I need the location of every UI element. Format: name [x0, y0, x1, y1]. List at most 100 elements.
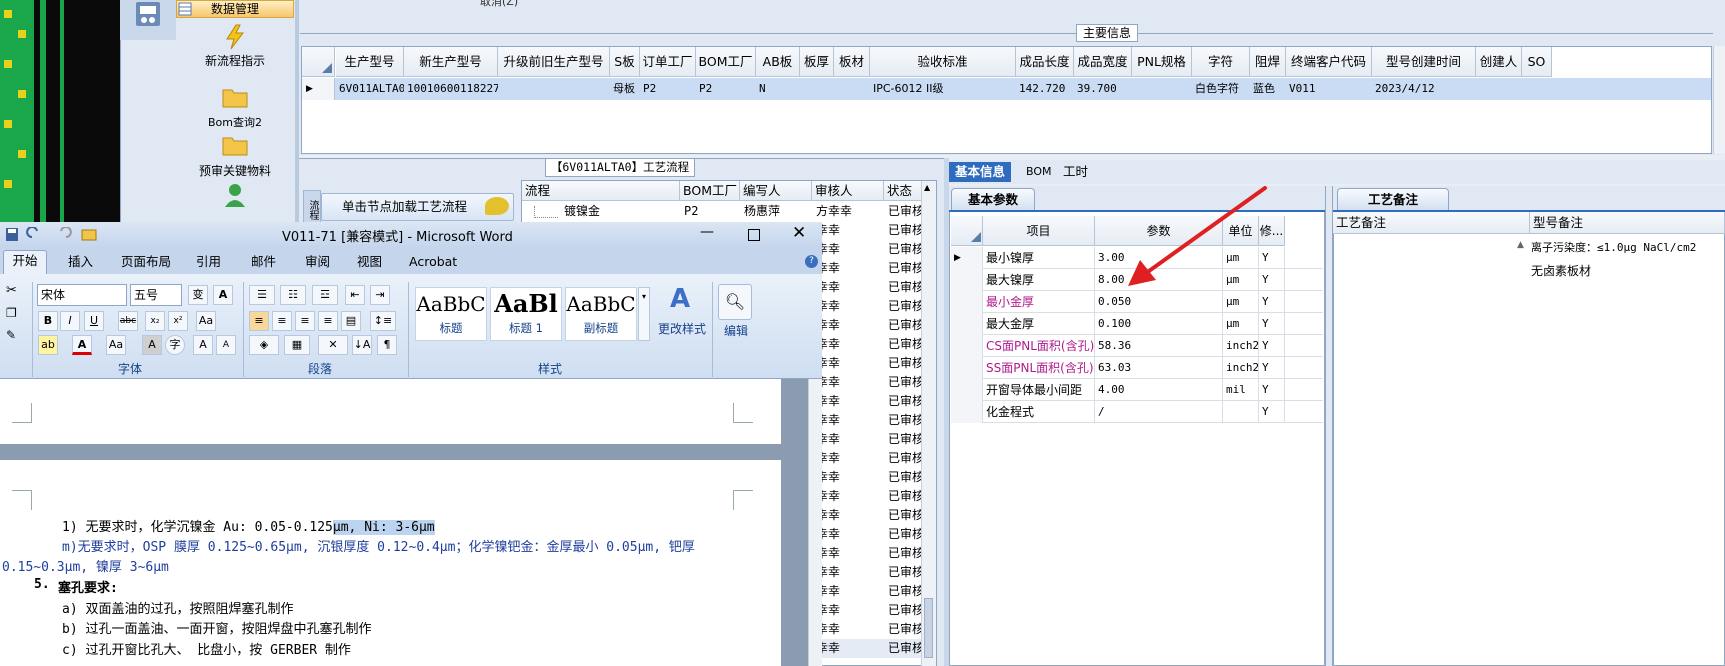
table-cell[interactable]: Y [1259, 313, 1285, 335]
table-cell[interactable]: 开窗导体最小间距 [983, 379, 1095, 401]
tab-basic-info[interactable]: 基本信息 [949, 162, 1012, 182]
table-cell[interactable]: 最小金厚 [983, 291, 1095, 313]
nav-item-user[interactable] [176, 182, 294, 210]
grid-corner[interactable] [951, 216, 983, 246]
tab-insert[interactable]: 插入 [68, 252, 93, 272]
chinese-layout-icon[interactable]: ✕ [318, 335, 348, 355]
minimize-icon[interactable]: — [700, 224, 714, 240]
borders-icon[interactable]: ▦ [284, 335, 310, 355]
distribute-icon[interactable]: ▤ [341, 311, 361, 331]
change-styles-button[interactable]: 更改样式 [652, 320, 712, 337]
clear-format-icon[interactable]: Aa [196, 311, 216, 331]
main-grid-scrollbar[interactable] [1713, 46, 1725, 154]
shrink-font-icon[interactable]: A [216, 335, 236, 355]
tab-view[interactable]: 视图 [357, 252, 382, 272]
table-cell[interactable]: inch2 [1223, 357, 1259, 379]
column-header[interactable]: 生产型号 [336, 47, 404, 77]
column-header[interactable]: BOM工厂 [696, 47, 756, 77]
grow-font-icon[interactable]: A [193, 335, 213, 355]
table-cell[interactable]: P2 [696, 78, 756, 100]
table-cell[interactable]: 4.00 [1095, 379, 1223, 401]
column-header[interactable]: 编写人 [740, 181, 812, 201]
close-icon[interactable]: ✕ [792, 223, 806, 243]
table-row[interactable]: CS面PNL面积(含孔) 58.36 inch2 Y [951, 335, 1323, 357]
nav-item-prereview-materials[interactable]: 预审关键物料 [176, 134, 294, 179]
table-cell[interactable]: IPC-6012 II级 [870, 78, 1016, 100]
table-cell[interactable]: 母板 [610, 78, 640, 100]
tab-home[interactable]: 开始 [3, 250, 47, 274]
model-remarks-header[interactable]: 型号备注 [1530, 212, 1725, 234]
show-marks-icon[interactable]: ¶ [377, 335, 397, 355]
column-header[interactable]: 状态 [884, 181, 924, 201]
table-cell[interactable]: Y [1259, 335, 1285, 357]
numbering-icon[interactable]: ☷ [280, 285, 306, 305]
table-cell[interactable]: 39.700 [1074, 78, 1132, 100]
column-header[interactable]: 项目 [983, 216, 1095, 246]
wen-phonetic-icon[interactable]: 变 [188, 285, 208, 305]
column-header[interactable]: 阻焊 [1250, 47, 1286, 77]
table-cell[interactable]: V011 [1286, 78, 1372, 100]
table-cell[interactable]: 白色字符 [1192, 78, 1250, 100]
cut-icon[interactable]: ✂ [6, 283, 17, 298]
scroll-up-icon[interactable]: ▲ [1517, 240, 1524, 250]
column-header[interactable]: 新生产型号 [404, 47, 498, 77]
table-cell[interactable] [1132, 78, 1192, 100]
row-selector[interactable] [951, 401, 983, 423]
column-header[interactable]: BOM工厂 [680, 181, 740, 201]
table-cell[interactable]: P2 [640, 78, 696, 100]
nav-header-data-management[interactable]: 数据管理 [176, 0, 294, 18]
remarks-splitter[interactable] [1325, 186, 1333, 666]
tab-bom[interactable]: BOM [1020, 162, 1058, 182]
table-cell[interactable] [498, 78, 610, 100]
table-cell[interactable]: Y [1259, 379, 1285, 401]
table-row[interactable]: 开窗导体最小间距 4.00 mil Y [951, 379, 1323, 401]
nav-category-icon[interactable] [120, 0, 176, 40]
row-selector[interactable] [951, 379, 983, 401]
table-cell[interactable]: 最小镍厚 [983, 247, 1095, 269]
table-cell[interactable] [834, 78, 870, 100]
table-cell[interactable]: 最大镍厚 [983, 269, 1095, 291]
table-cell[interactable]: CS面PNL面积(含孔) [983, 335, 1095, 357]
column-header[interactable]: PNL规格 [1132, 47, 1192, 77]
column-header[interactable]: 终端客户代码 [1286, 47, 1372, 77]
justify-icon[interactable]: ≡ [318, 311, 338, 331]
row-selector-arrow-icon[interactable]: ▶ [302, 78, 335, 100]
tab-mailings[interactable]: 邮件 [251, 252, 276, 272]
tab-page-layout[interactable]: 页面布局 [121, 252, 171, 272]
column-header[interactable]: 验收标准 [870, 47, 1016, 77]
table-row[interactable]: 最大金厚 0.100 μm Y [951, 313, 1323, 335]
row-selector[interactable] [951, 357, 983, 379]
align-center-icon[interactable]: ≡ [272, 311, 292, 331]
nav-item-new-flow[interactable]: 新流程指示 [176, 24, 294, 69]
column-header[interactable]: 型号创建时间 [1372, 47, 1476, 77]
table-cell[interactable]: 蓝色 [1250, 78, 1286, 100]
change-styles-icon[interactable]: A [660, 284, 700, 318]
tab-references[interactable]: 引用 [196, 252, 221, 272]
table-cell[interactable]: 10010600118227 [404, 78, 498, 100]
edit-button[interactable]: 编辑 [714, 322, 758, 339]
table-cell[interactable] [800, 78, 834, 100]
align-right-icon[interactable]: ≡ [295, 311, 315, 331]
strikethrough-icon[interactable]: abc [118, 311, 138, 331]
tab-acrobat[interactable]: Acrobat [409, 252, 457, 272]
superscript-icon[interactable]: x² [168, 311, 188, 331]
word-page[interactable]: 1) 无要求时，化学沉镍金 Au: 0.05-0.125μm, Ni: 3-6μ… [0, 460, 781, 666]
table-cell[interactable]: 58.36 [1095, 335, 1223, 357]
bold-icon[interactable]: B [38, 311, 58, 331]
table-cell[interactable]: 2023/4/12 [1372, 78, 1476, 100]
table-cell[interactable]: 0.100 [1095, 313, 1223, 335]
tab-process-remarks[interactable]: 工艺备注 [1337, 188, 1450, 210]
styles-more-icon[interactable]: ▾ [638, 287, 650, 341]
font-name-combo[interactable]: 宋体 [37, 284, 127, 306]
table-cell[interactable]: 63.03 [1095, 357, 1223, 379]
style-heading[interactable]: AaBbC 标题 [415, 287, 487, 341]
align-left-icon[interactable]: ≡ [249, 311, 269, 331]
table-cell[interactable]: Y [1259, 401, 1285, 423]
row-selector[interactable] [951, 291, 983, 313]
underline-icon[interactable]: U [84, 311, 104, 331]
line-spacing-icon[interactable]: ↕≡ [370, 311, 396, 331]
tab-review[interactable]: 审阅 [305, 252, 330, 272]
column-header[interactable]: AB板 [756, 47, 800, 77]
font-size-combo[interactable]: 五号 [130, 284, 182, 306]
copy-icon[interactable]: ❐ [6, 306, 17, 320]
